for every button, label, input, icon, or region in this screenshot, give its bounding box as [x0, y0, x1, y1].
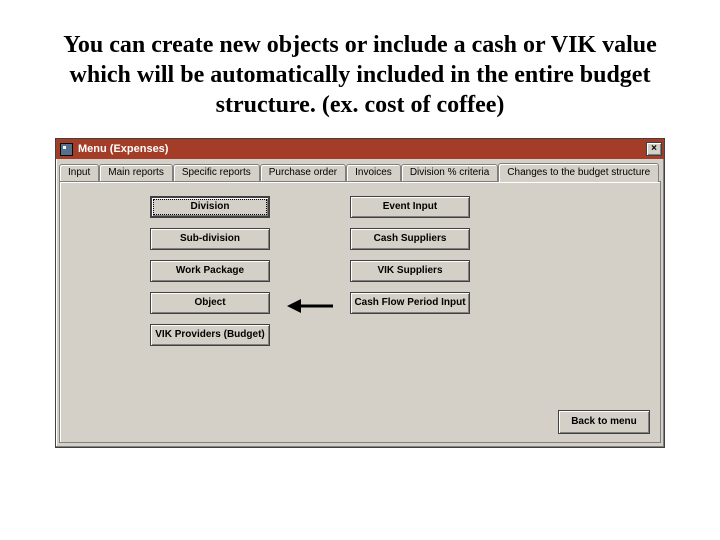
arrow-icon [287, 298, 333, 314]
tabstrip: Input Main reports Specific reports Purc… [56, 159, 664, 181]
tab-specific-reports[interactable]: Specific reports [173, 164, 260, 181]
tab-changes-budget-structure[interactable]: Changes to the budget structure [498, 163, 659, 182]
cash-suppliers-button[interactable]: Cash Suppliers [350, 228, 470, 250]
tab-purchase-order[interactable]: Purchase order [260, 164, 346, 181]
tab-division-criteria[interactable]: Division % criteria [401, 164, 498, 181]
window-title: Menu (Expenses) [78, 143, 646, 155]
work-package-button[interactable]: Work Package [150, 260, 270, 282]
tab-invoices[interactable]: Invoices [346, 164, 401, 181]
division-button[interactable]: Division [150, 196, 270, 218]
close-button[interactable]: × [646, 142, 662, 156]
vik-providers-button[interactable]: VIK Providers (Budget) [150, 324, 270, 346]
slide-heading: You can create new objects or include a … [55, 30, 665, 120]
titlebar: Menu (Expenses) × [56, 139, 664, 159]
event-input-button[interactable]: Event Input [350, 196, 470, 218]
tab-panel: Division Sub-division Work Package Objec… [59, 181, 661, 443]
expenses-window: Menu (Expenses) × Input Main reports Spe… [55, 138, 665, 448]
app-icon [60, 143, 73, 156]
cash-flow-period-button[interactable]: Cash Flow Period Input [350, 292, 470, 314]
vik-suppliers-button[interactable]: VIK Suppliers [350, 260, 470, 282]
sub-division-button[interactable]: Sub-division [150, 228, 270, 250]
back-to-menu-button[interactable]: Back to menu [558, 410, 650, 434]
tab-main-reports[interactable]: Main reports [99, 164, 173, 181]
tab-input[interactable]: Input [59, 164, 99, 181]
object-button[interactable]: Object [150, 292, 270, 314]
